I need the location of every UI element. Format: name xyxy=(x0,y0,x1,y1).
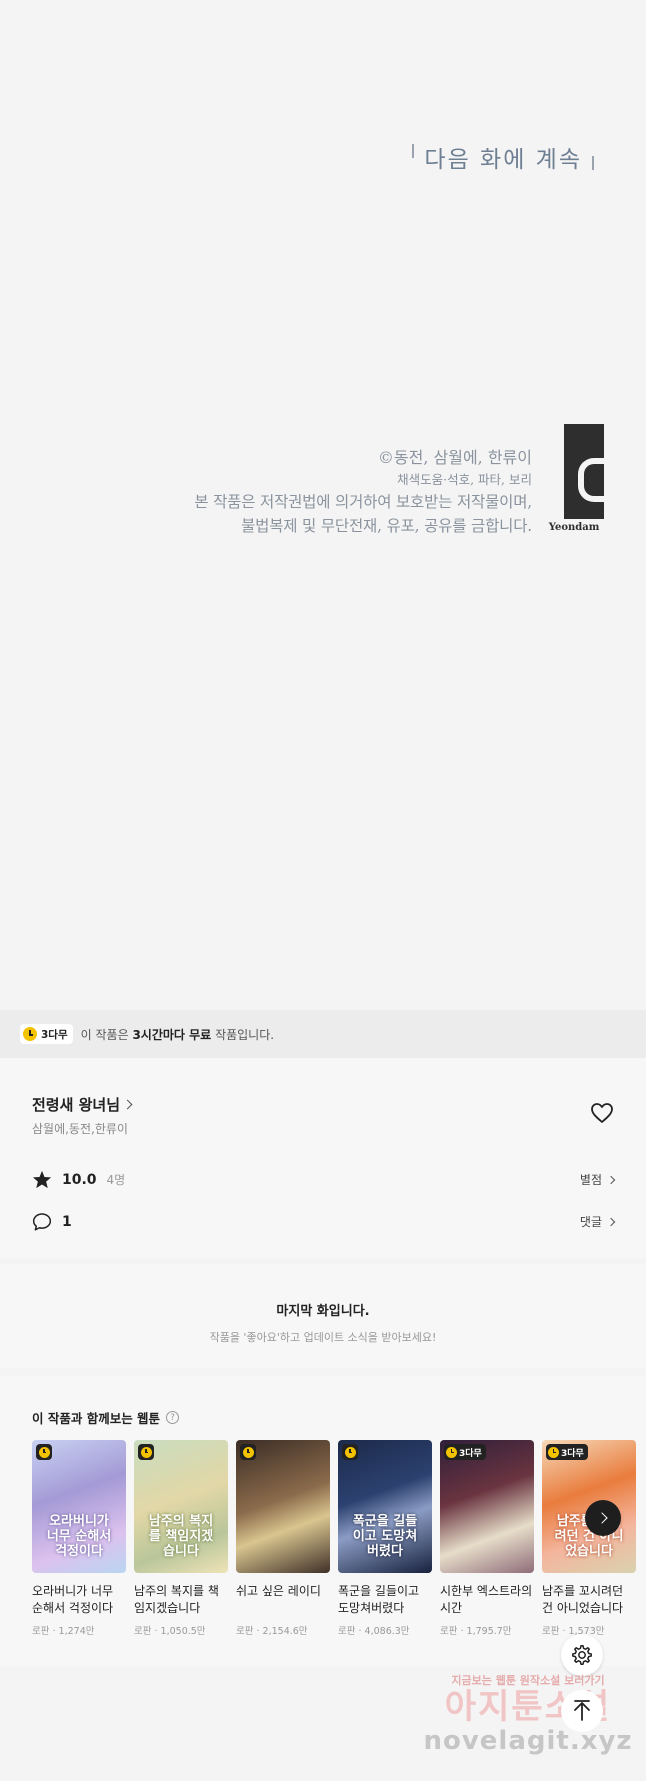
recommendation-card[interactable]: 오라버니가 너무 순해서 걱정이다 오라버니가 너무 순해서 걱정이다 로판 ·… xyxy=(32,1440,126,1637)
recommendation-title: 남주의 복지를 책임지겠습니다 xyxy=(134,1584,219,1615)
recommendation-meta: 로판 · 2,154.6만 xyxy=(236,1626,308,1637)
caption-bar-right xyxy=(592,156,594,170)
recommendation-meta: 로판 · 1,795.7만 xyxy=(440,1626,512,1637)
recommendation-card[interactable]: 쉬고 싶은 레이디 로판 · 2,154.6만 xyxy=(236,1440,330,1637)
thumbnail-title-art: 오라버니가 너무 순해서 걱정이다 xyxy=(46,1514,112,1559)
comments-row: 1 댓글 xyxy=(32,1212,616,1231)
free-banner-bold: 3시간마다 무료 xyxy=(132,1027,212,1042)
credits-notice-2: 불법복제 및 무단전재, 유포, 공유를 금합니다. xyxy=(241,517,532,535)
next-episode-text: 다음 화에 계속 xyxy=(424,147,582,173)
clock-icon xyxy=(344,1446,356,1458)
recommendation-title: 시한부 엑스트라의 시간 xyxy=(440,1584,533,1615)
arrow-up-icon xyxy=(574,1700,590,1721)
recommendation-title: 폭군을 길들이고 도망쳐버렸다 xyxy=(338,1584,420,1615)
recommendations-heading: 이 작품과 함께보는 웹툰 ? xyxy=(32,1408,180,1427)
last-episode-sub: 작품을 '좋아요'하고 업데이트 소식을 받아보세요! xyxy=(209,1331,437,1344)
chevron-right-icon xyxy=(606,1217,616,1226)
rating-value: 10.0 xyxy=(62,1171,97,1188)
recommendation-thumbnail xyxy=(236,1440,330,1573)
credits-authors: ©동전, 삼월에, 한류이 xyxy=(377,448,532,467)
recommendation-card[interactable]: 3다무 남주를 꼬시려던 건 아니었습니다 남주를 꼬시려던 건 아니었습니다 … xyxy=(542,1440,636,1637)
recommendation-thumbnail: 남주의 복지를 책임지겠습니다 xyxy=(134,1440,228,1573)
clock-icon xyxy=(23,1027,37,1041)
wait-free-badge-label: 3다무 xyxy=(41,1028,68,1041)
work-title-link[interactable]: 전령새 왕녀님 xyxy=(32,1094,133,1115)
thumbnail-title-art: 남주의 복지를 책임지겠습니다 xyxy=(148,1514,214,1559)
recommendations-title: 이 작품과 함께보는 웹툰 xyxy=(32,1411,161,1426)
wait-free-badge: 3다무 xyxy=(546,1444,588,1460)
comment-count: 1 xyxy=(62,1213,72,1230)
clock-icon xyxy=(446,1446,457,1458)
clock-icon xyxy=(242,1446,254,1458)
work-authors: 삼월에,동전,한류이 xyxy=(32,1122,128,1136)
comment-icon xyxy=(32,1213,52,1231)
publisher-logo: Yeondam xyxy=(544,424,604,536)
watermark-line1: 지금보는 웹툰 원작소설 보러가기 xyxy=(451,1674,605,1687)
free-banner: 3다무 이 작품은 3시간마다 무료 작품입니다. xyxy=(0,1010,646,1058)
chevron-right-icon xyxy=(122,1099,133,1110)
gear-icon xyxy=(572,1645,592,1665)
recommendation-meta: 로판 · 1,274만 xyxy=(32,1626,95,1637)
watermark-line3: novelagit.xyz xyxy=(423,1726,633,1756)
rating-row: 10.0 4명 별점 xyxy=(32,1170,616,1189)
wait-free-badge xyxy=(240,1444,256,1460)
wait-free-badge xyxy=(36,1444,52,1460)
star-icon xyxy=(32,1170,52,1189)
wait-free-badge: 3다무 xyxy=(444,1444,486,1460)
rating-link[interactable]: 별점 xyxy=(579,1171,616,1188)
wait-free-badge-label: 3다무 xyxy=(561,1448,584,1459)
heart-icon[interactable] xyxy=(590,1102,614,1124)
free-banner-suffix: 작품입니다. xyxy=(215,1027,275,1042)
thumbnail-title-art: 폭군을 길들이고 도망쳐버렸다 xyxy=(352,1514,418,1559)
credits-notice-1: 본 작품은 저작권법에 의거하여 보호받는 저작물이며, xyxy=(194,493,532,511)
carousel-next-button[interactable] xyxy=(585,1500,621,1536)
help-icon[interactable]: ? xyxy=(166,1411,180,1424)
wait-free-badge: 3다무 xyxy=(20,1024,73,1044)
wait-free-badge-label: 3다무 xyxy=(459,1448,482,1459)
recommendations: 이 작품과 함께보는 웹툰 ? 오라버니가 너무 순해서 걱정이다 오라버니가 … xyxy=(0,1376,646,1666)
rating-link-label: 별점 xyxy=(579,1173,602,1187)
recommendation-card[interactable]: 3다무 시한부 엑스트라의 시간 로판 · 1,795.7만 xyxy=(440,1440,534,1637)
site-watermark: 지금보는 웹툰 원작소설 보러가기 아지툰소설 novelagit.xyz xyxy=(418,1672,638,1756)
recommendation-list: 오라버니가 너무 순해서 걱정이다 오라버니가 너무 순해서 걱정이다 로판 ·… xyxy=(32,1440,636,1637)
wait-free-badge xyxy=(138,1444,154,1460)
chevron-right-icon xyxy=(606,1175,616,1184)
recommendation-thumbnail: 3다무 xyxy=(440,1440,534,1573)
caption-bar-left xyxy=(412,144,415,158)
clock-icon xyxy=(38,1446,50,1458)
recommendation-meta: 로판 · 1,050.5만 xyxy=(134,1626,206,1637)
comic-panel: 다음 화에 계속 ©동전, 삼월에, 한류이 채색도움·석호, 파타, 보리 본… xyxy=(0,0,646,1010)
work-info: 전령새 왕녀님 삼월에,동전,한류이 10.0 4명 별점 1 댓글 xyxy=(0,1058,646,1258)
rating-count: 4명 xyxy=(106,1173,126,1187)
settings-button[interactable] xyxy=(561,1634,603,1676)
credits-coloring: 채색도움·석호, 파타, 보리 xyxy=(397,472,532,487)
comments-link[interactable]: 댓글 xyxy=(579,1213,616,1230)
recommendation-card[interactable]: 폭군을 길들이고 도망쳐버렸다 폭군을 길들이고 도망쳐버렸다 로판 · 4,0… xyxy=(338,1440,432,1637)
work-title: 전령새 왕녀님 xyxy=(32,1096,121,1114)
recommendation-meta: 로판 · 4,086.3만 xyxy=(338,1626,410,1637)
recommendation-thumbnail: 오라버니가 너무 순해서 걱정이다 xyxy=(32,1440,126,1573)
recommendation-title: 남주를 꼬시려던 건 아니었습니다 xyxy=(542,1584,624,1615)
recommendation-title: 오라버니가 너무 순해서 걱정이다 xyxy=(32,1584,114,1615)
chevron-right-icon xyxy=(595,1512,608,1524)
publisher-name: Yeondam xyxy=(548,522,600,533)
publisher-logo-mark xyxy=(544,424,604,519)
watermark-line2: 아지툰소설 xyxy=(444,1687,612,1727)
comments-link-label: 댓글 xyxy=(579,1215,602,1229)
scroll-top-button[interactable] xyxy=(561,1690,603,1732)
copyright-credits: ©동전, 삼월에, 한류이 채색도움·석호, 파타, 보리 본 작품은 저작권법… xyxy=(194,446,532,538)
last-episode-heading: 마지막 화입니다. xyxy=(276,1304,370,1319)
next-episode-caption: 다음 화에 계속 xyxy=(412,140,594,174)
free-banner-prefix: 이 작품은 xyxy=(80,1027,129,1042)
clock-icon xyxy=(140,1446,152,1458)
recommendation-title: 쉬고 싶은 레이디 xyxy=(236,1584,321,1598)
last-episode-notice: 마지막 화입니다. 작품을 '좋아요'하고 업데이트 소식을 받아보세요! xyxy=(0,1264,646,1368)
wait-free-badge xyxy=(342,1444,358,1460)
recommendation-thumbnail: 폭군을 길들이고 도망쳐버렸다 xyxy=(338,1440,432,1573)
clock-icon xyxy=(548,1446,559,1458)
recommendation-card[interactable]: 남주의 복지를 책임지겠습니다 남주의 복지를 책임지겠습니다 로판 · 1,0… xyxy=(134,1440,228,1637)
